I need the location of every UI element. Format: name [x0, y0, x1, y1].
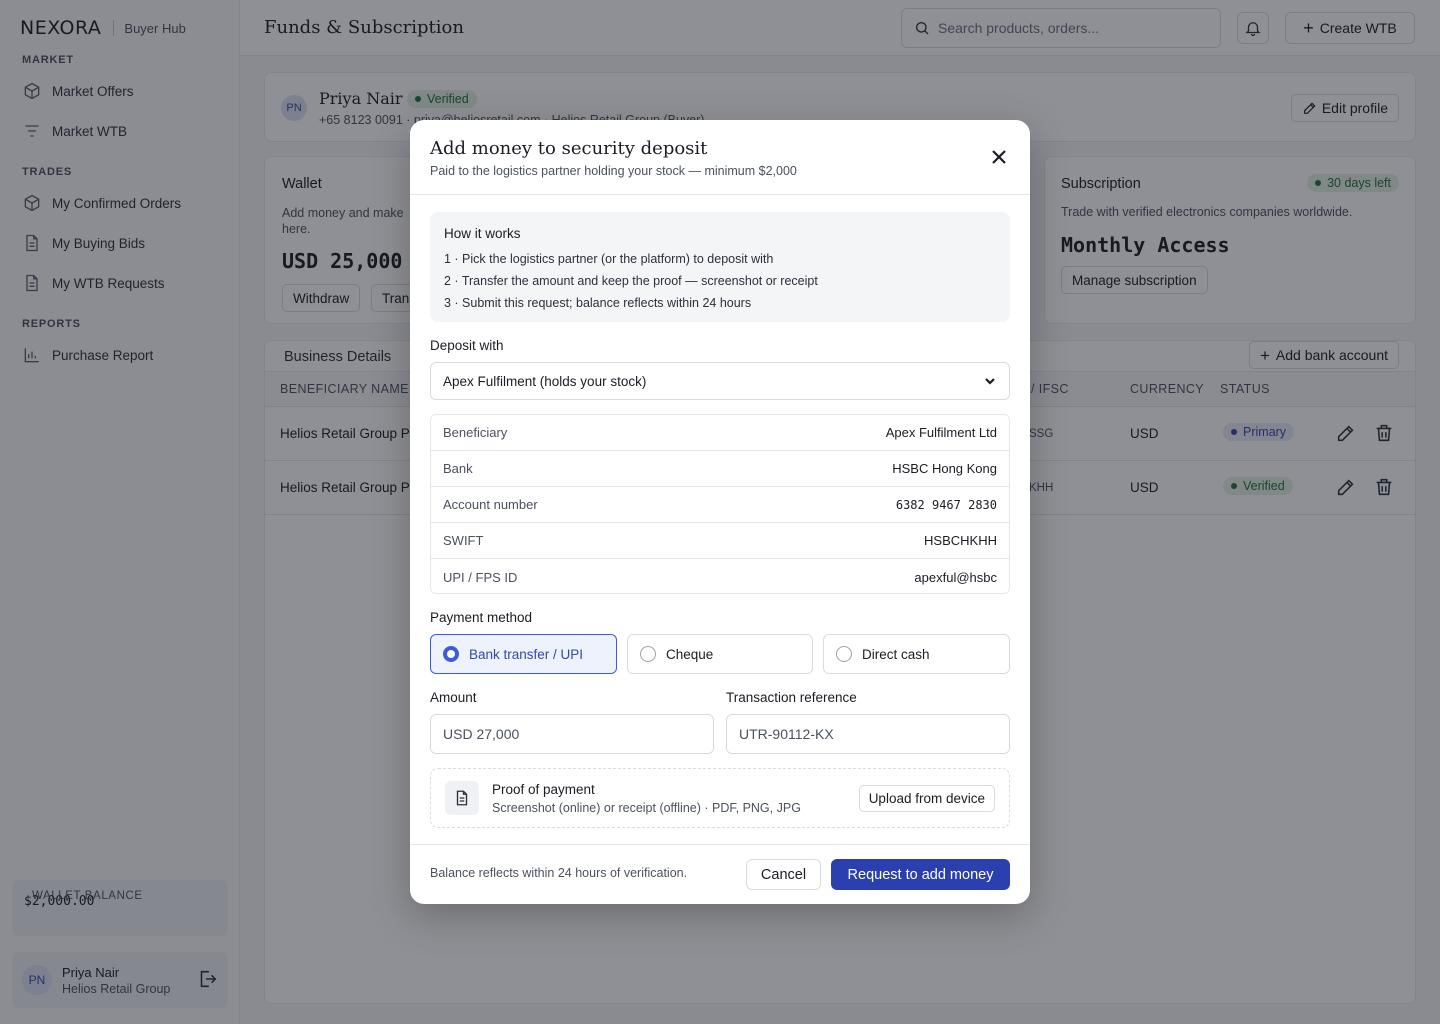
- deposit-with-select[interactable]: Apex Fulfilment (holds your stock): [430, 362, 1010, 400]
- detail-value: apexful@hsbc: [914, 569, 997, 585]
- amount-field-value: USD 27,000: [443, 726, 520, 742]
- close-icon[interactable]: [990, 148, 1008, 166]
- proof-of-payment-dropzone[interactable]: Proof of payment Screenshot (online) or …: [430, 768, 1010, 828]
- transaction-reference-value: UTR-90112-KX: [739, 726, 834, 742]
- file-icon: [445, 781, 479, 815]
- modal-footer-divider: [410, 844, 1030, 845]
- detail-row: Beneficiary Apex Fulfilment Ltd: [431, 415, 1009, 451]
- beneficiary-details: Beneficiary Apex Fulfilment Ltd Bank HSB…: [430, 414, 1010, 594]
- upload-button[interactable]: Upload from device: [858, 785, 995, 812]
- modal-title: Add money to security deposit: [430, 138, 708, 159]
- payment-option-label: Cheque: [666, 646, 714, 662]
- request-add-money-button[interactable]: Request to add money: [831, 859, 1010, 890]
- detail-row: UPI / FPS ID apexful@hsbc: [431, 559, 1009, 593]
- payment-option-cheque[interactable]: Cheque: [627, 634, 813, 674]
- transaction-reference-field[interactable]: UTR-90112-KX: [726, 714, 1010, 754]
- detail-value: HSBC Hong Kong: [892, 461, 997, 476]
- how-it-works-panel: How it works 1 · Pick the logistics part…: [430, 212, 1010, 322]
- detail-key: Account number: [443, 497, 538, 512]
- detail-key: SWIFT: [443, 533, 484, 548]
- proof-title: Proof of payment: [492, 782, 595, 797]
- detail-value: 6382 9467 2830: [895, 497, 997, 512]
- footer-note: Balance reflects within 24 hours of veri…: [430, 866, 688, 880]
- payment-option-direct-cash[interactable]: Direct cash: [823, 634, 1010, 674]
- payment-option-label: Direct cash: [862, 646, 930, 662]
- detail-row: SWIFT HSBCHKHH: [431, 523, 1009, 559]
- transaction-reference-label: Transaction reference: [726, 690, 857, 705]
- detail-key: Bank: [443, 461, 473, 476]
- proof-description: Screenshot (online) or receipt (offline)…: [492, 801, 801, 815]
- radio-selected-icon: [443, 646, 459, 662]
- payment-option-label: Bank transfer / UPI: [469, 646, 584, 662]
- detail-key: UPI / FPS ID: [443, 569, 518, 585]
- how-it-works-step: 1 · Pick the logistics partner (or the p…: [444, 252, 774, 266]
- add-money-modal: Add money to security deposit Paid to th…: [410, 120, 1030, 904]
- payment-method-label: Payment method: [430, 610, 533, 625]
- detail-row: Bank HSBC Hong Kong: [431, 451, 1009, 487]
- how-it-works-step: 3 · Submit this request; balance reflect…: [444, 296, 752, 310]
- amount-field[interactable]: USD 27,000: [430, 714, 714, 754]
- radio-icon: [836, 646, 852, 662]
- cancel-button[interactable]: Cancel: [746, 859, 821, 890]
- detail-row: Account number 6382 9467 2830: [431, 487, 1009, 523]
- deposit-with-label: Deposit with: [430, 338, 504, 353]
- detail-key: Beneficiary: [443, 425, 508, 440]
- deposit-with-value: Apex Fulfilment (holds your stock): [443, 373, 647, 389]
- modal-header-divider: [410, 194, 1030, 195]
- detail-value: HSBCHKHH: [924, 533, 997, 548]
- detail-value: Apex Fulfilment Ltd: [885, 425, 997, 440]
- chevron-down-icon: [983, 374, 997, 388]
- payment-option-bank-transfer[interactable]: Bank transfer / UPI: [430, 634, 617, 674]
- amount-label: Amount: [430, 690, 477, 705]
- radio-icon: [640, 646, 656, 662]
- how-it-works-title: How it works: [444, 226, 521, 241]
- modal-subtitle: Paid to the logistics partner holding yo…: [430, 164, 797, 178]
- how-it-works-step: 2 · Transfer the amount and keep the pro…: [444, 274, 818, 288]
